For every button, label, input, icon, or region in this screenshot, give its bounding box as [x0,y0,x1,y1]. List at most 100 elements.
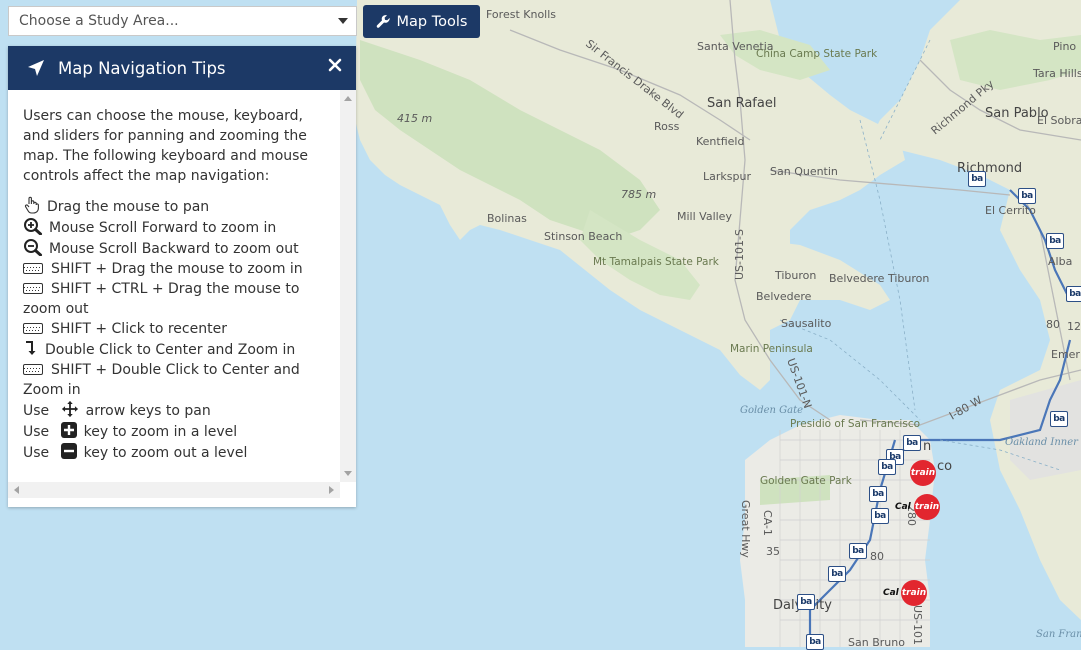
map-label-sf-n: n [923,439,931,454]
panel-intro: Users can choose the mouse, keyboard, an… [23,108,309,184]
tip-row: Double Click to Center and Zoom in [23,339,333,360]
tip-row: Use arrow keys to pan [23,400,333,421]
bart-station-marker[interactable]: ba [871,508,889,524]
tip-text: Mouse Scroll Forward to zoom in [49,220,277,236]
horizontal-scrollbar[interactable] [8,482,340,498]
map-label-stinson-beach: Stinson Beach [544,230,622,243]
tip-prefix: Use [23,403,50,419]
tip-text: Double Click to Center and Zoom in [45,342,296,358]
zoom-in-icon [24,218,42,235]
map-label-belvedere: Belvedere [756,290,812,303]
bart-station-marker[interactable]: ba [828,566,846,582]
map-label-mill-valley: Mill Valley [677,210,732,223]
keyboard-icon [23,283,43,294]
map-label-golden-gate: Golden Gate [740,405,803,416]
map-label-richmond: Richmond [957,161,1022,176]
map-label-presidio: Presidio of San Francisco [790,418,920,430]
map-label-great-hwy: Great Hwy [739,500,752,558]
panel-body: Users can choose the mouse, keyboard, an… [8,90,348,482]
map-label-sf-bay: San Francisc [1036,629,1081,640]
study-area-placeholder: Choose a Study Area... [19,13,179,29]
map-label-hwy35: 35 [766,545,780,558]
scroll-up-icon[interactable] [344,96,352,101]
bart-station-marker[interactable]: ba [878,459,896,475]
map-label-el-cerrito: El Cerrito [985,204,1036,217]
caltrain-prefix-label: Cal [883,588,899,598]
close-icon[interactable] [328,58,342,72]
bart-station-marker[interactable]: ba [968,171,986,187]
tip-prefix: Use [23,445,50,461]
scroll-down-icon[interactable] [344,471,352,476]
keyboard-icon [23,323,43,334]
location-arrow-icon [28,60,44,76]
bart-station-marker[interactable]: ba [903,435,921,451]
map-label-el-sobrante: El Sobra [1037,114,1081,127]
study-area-select[interactable]: Choose a Study Area... [8,6,357,36]
map-label-albany: Alba [1048,255,1072,268]
map-label-golden-gate-park: Golden Gate Park [760,475,853,487]
map-label-us101b: US-101 [911,605,924,645]
caltrain-prefix-label: Cal [895,502,911,512]
tip-text: SHIFT + Double Click to Center and Zoom … [23,362,300,398]
tip-row: SHIFT + Double Click to Center and Zoom … [23,360,333,400]
map-label-elev-415: 415 m [397,112,432,125]
tip-row: Mouse Scroll Backward to zoom out [23,238,333,259]
zoom-out-icon [24,239,42,256]
map-label-hwy123: 123 [1067,320,1081,333]
map-label-sf-co: co [937,459,952,474]
map-label-tiburon: Tiburon [774,269,816,282]
map-label-larkspur: Larkspur [703,170,751,183]
caltrain-station-marker[interactable]: train [901,580,927,606]
tip-text: SHIFT + Drag the mouse to zoom in [51,261,303,277]
scroll-right-icon[interactable] [329,486,334,494]
arrows-move-icon [61,400,78,418]
tip-text: SHIFT + Click to recenter [51,321,227,337]
map-label-emery: Emer [1051,348,1080,361]
map-label-oakland-inner: Oakland Inner H [1005,437,1081,448]
map-tools-button[interactable]: Map Tools [363,5,480,38]
vertical-scrollbar[interactable] [340,90,356,482]
tip-row: Drag the mouse to pan [23,196,333,217]
plus-square-icon [60,422,77,438]
tip-row: Mouse Scroll Forward to zoom in [23,217,333,238]
tip-row: Use key to zoom in a level [23,421,333,442]
caltrain-station-marker[interactable]: train [910,460,936,486]
tip-row: SHIFT + Drag the mouse to zoom in [23,259,333,279]
scroll-left-icon[interactable] [14,486,19,494]
chevron-down-icon [338,18,348,24]
map-label-san-rafael: San Rafael [707,96,776,111]
map-label-san-bruno: San Bruno [848,636,905,647]
tip-row: SHIFT + Click to recenter [23,319,333,339]
map-label-sausalito: Sausalito [781,317,832,330]
map-label-marin-peninsula: Marin Peninsula [730,343,813,355]
bart-station-marker[interactable]: ba [1066,286,1081,302]
bart-station-marker[interactable]: ba [806,634,824,650]
map-label-san-quentin: San Quentin [770,165,838,178]
map-label-i80: 80 [1046,318,1060,331]
bart-station-marker[interactable]: ba [797,594,815,610]
map-label-belvedere-tiburon: Belvedere Tiburon [829,272,929,285]
bart-station-marker[interactable]: ba [1046,233,1064,249]
bart-station-marker[interactable]: ba [849,543,867,559]
caltrain-station-marker[interactable]: train [914,494,940,520]
tip-text: Drag the mouse to pan [47,199,210,215]
map-label-elev-785: 785 m [621,188,656,201]
map-tools-label: Map Tools [396,13,468,30]
map-label-us101s: US-101-S [733,229,746,280]
wrench-icon [376,15,390,28]
map-label-tara-hills: Tara Hills [1032,67,1081,80]
tip-text: SHIFT + CTRL + Drag the mouse to zoom ou… [23,281,300,317]
bart-station-marker[interactable]: ba [1018,188,1036,204]
map-label-kentfield: Kentfield [696,135,744,148]
map-label-hwy80b: 80 [870,550,884,563]
tip-text: Mouse Scroll Backward to zoom out [49,241,299,257]
hand-pointer-icon [24,196,39,214]
bart-station-marker[interactable]: ba [1050,411,1068,427]
map-label-forest-knolls: Forest Knolls [486,8,556,21]
map-label-pinole: Pino [1053,40,1076,53]
map-label-ca1: CA-1 [761,510,774,536]
bart-station-marker[interactable]: ba [869,486,887,502]
tip-row: SHIFT + CTRL + Drag the mouse to zoom ou… [23,279,333,319]
panel-header: Map Navigation Tips [8,46,356,90]
map-navigation-tips-panel: Map Navigation Tips Users can choose the… [8,46,356,507]
